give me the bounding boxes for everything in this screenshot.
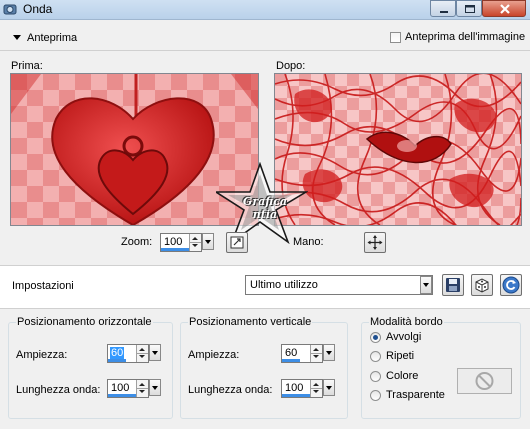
reset-button[interactable] bbox=[500, 274, 522, 296]
close-icon bbox=[500, 4, 510, 14]
edge-mode-title: Modalità bordo bbox=[369, 316, 444, 328]
horizontal-wavelength-slider-fill bbox=[108, 394, 138, 397]
preset-dropdown-button[interactable] bbox=[420, 276, 432, 294]
horizontal-wavelength-dropdown[interactable] bbox=[149, 379, 161, 396]
edge-mode-label-color: Colore bbox=[386, 370, 419, 382]
horizontal-amplitude-label: Ampiezza: bbox=[16, 349, 68, 361]
edge-mode-label-repeat: Ripeti bbox=[386, 350, 415, 362]
edge-mode-radio-transparent[interactable] bbox=[370, 390, 381, 401]
no-color-icon bbox=[475, 372, 494, 390]
zoom-dropdown-button[interactable] bbox=[202, 233, 214, 250]
vertical-group-title: Posizionamento verticale bbox=[188, 316, 313, 328]
reset-icon bbox=[502, 276, 520, 294]
horizontal-wavelength-spinner[interactable] bbox=[136, 380, 148, 397]
maximize-button[interactable] bbox=[456, 0, 482, 17]
preset-value: Ultimo utilizzo bbox=[250, 279, 318, 291]
after-label: Dopo: bbox=[276, 60, 306, 72]
vertical-amplitude-field[interactable]: 60 bbox=[281, 344, 323, 363]
pan-button[interactable] bbox=[364, 232, 386, 253]
fit-window-button[interactable] bbox=[226, 232, 248, 253]
zoom-slider-fill bbox=[161, 248, 191, 251]
horizontal-amplitude-dropdown[interactable] bbox=[149, 344, 161, 361]
separator bbox=[0, 50, 530, 51]
minimize-icon bbox=[440, 11, 448, 13]
save-icon bbox=[446, 278, 460, 292]
settings-label: Impostazioni bbox=[12, 280, 74, 292]
collapse-preview-icon[interactable] bbox=[13, 35, 21, 40]
randomize-button[interactable] bbox=[471, 274, 493, 296]
edge-mode-radio-color[interactable] bbox=[370, 371, 381, 382]
vertical-wavelength-field[interactable]: 100 bbox=[281, 379, 323, 398]
window-title: Onda bbox=[23, 2, 53, 16]
horizontal-wavelength-label: Lunghezza onda: bbox=[16, 384, 101, 396]
vertical-wavelength-label: Lunghezza onda: bbox=[188, 384, 273, 396]
image-preview-checkbox[interactable] bbox=[390, 32, 401, 43]
after-preview[interactable] bbox=[274, 73, 522, 226]
vertical-group bbox=[180, 322, 348, 419]
horizontal-amplitude-slider-fill bbox=[108, 359, 126, 362]
horizontal-group-title: Posizionamento orizzontale bbox=[16, 316, 153, 328]
close-button[interactable] bbox=[482, 0, 526, 17]
vertical-amplitude-dropdown[interactable] bbox=[323, 344, 335, 361]
edge-mode-radio-wrap[interactable] bbox=[370, 332, 381, 343]
maximize-icon bbox=[465, 5, 475, 13]
horizontal-amplitude-spinner[interactable] bbox=[136, 345, 148, 362]
zoom-spinner[interactable] bbox=[189, 234, 201, 251]
edge-mode-label-transparent: Trasparente bbox=[386, 389, 445, 401]
vertical-wavelength-dropdown[interactable] bbox=[323, 379, 335, 396]
edge-color-swatch bbox=[457, 368, 512, 394]
watermark-text: Grafica ntia bbox=[242, 195, 288, 221]
app-icon bbox=[3, 4, 17, 15]
hand-label: Mano: bbox=[293, 236, 324, 248]
preview-section-label: Anteprima bbox=[27, 32, 78, 44]
edge-mode-label-wrap: Avvolgi bbox=[386, 331, 422, 343]
preset-select[interactable]: Ultimo utilizzo bbox=[245, 275, 433, 295]
zoom-label: Zoom: bbox=[121, 236, 153, 248]
vertical-amplitude-slider-fill bbox=[282, 359, 300, 362]
separator bbox=[0, 308, 530, 309]
edge-mode-radio-repeat[interactable] bbox=[370, 351, 381, 362]
minimize-button[interactable] bbox=[430, 0, 456, 17]
horizontal-amplitude-field[interactable]: 60 bbox=[107, 344, 149, 363]
save-preset-button[interactable] bbox=[442, 274, 464, 296]
vertical-amplitude-spinner[interactable] bbox=[310, 345, 322, 362]
vertical-wavelength-spinner[interactable] bbox=[310, 380, 322, 397]
after-image bbox=[275, 74, 521, 225]
dice-icon bbox=[475, 278, 489, 293]
zoom-field[interactable]: 100 bbox=[160, 233, 202, 252]
horizontal-wavelength-field[interactable]: 100 bbox=[107, 379, 149, 398]
move-icon bbox=[367, 235, 383, 250]
title-bar: Onda bbox=[0, 0, 530, 20]
image-preview-label: Anteprima dell'immagine bbox=[405, 31, 526, 43]
vertical-amplitude-label: Ampiezza: bbox=[188, 349, 240, 361]
vertical-wavelength-slider-fill bbox=[282, 394, 312, 397]
fit-window-icon bbox=[230, 236, 244, 249]
before-label: Prima: bbox=[11, 60, 43, 72]
horizontal-group bbox=[8, 322, 173, 419]
